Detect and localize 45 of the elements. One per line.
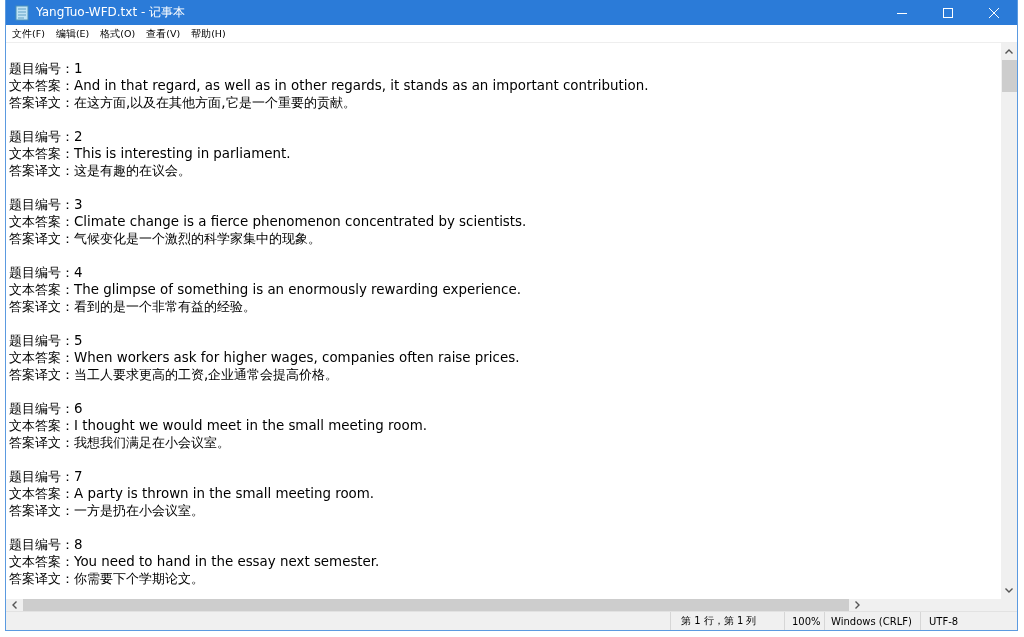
text-line: 答案译文：你需要下个学期论文。 (9, 570, 205, 587)
text-line: 答案译文：在这方面,以及在其他方面,它是一个重要的贡献。 (9, 94, 357, 111)
encoding: UTF-8 (920, 612, 1017, 630)
window-title: YangTuo-WFD.txt - 记事本 (36, 4, 187, 21)
text-line: 答案译文：这是有趣的在议会。 (9, 162, 192, 179)
scroll-left-icon[interactable] (12, 601, 17, 609)
text-line: 文本答案：Climate change is a fierce phenomenon concentrated by scientists. (9, 213, 528, 230)
menu-item[interactable]: 编辑(E) (51, 27, 94, 41)
text-line: 文本答案：The glimpse of something is an enormously rewarding experience. (9, 281, 522, 298)
text-line: 答案译文：看到的是一个非常有益的经验。 (9, 298, 257, 315)
zoom-level: 100% (784, 612, 824, 630)
scroll-thumb[interactable] (1001, 60, 1017, 92)
text-line: 文本答案：And in that regard, as well as in other regards, it stands as an important contribution. (9, 77, 650, 94)
scroll-thumb[interactable] (23, 599, 849, 611)
close-icon (989, 7, 999, 18)
text-line: 文本答案：This is interesting in parliament. (9, 145, 292, 162)
menu-item[interactable]: 帮助(H) (187, 27, 230, 41)
text-line: 文本答案：You need to hand in the essay next semester. (9, 553, 381, 570)
menu-item[interactable]: 格式(O) (96, 27, 140, 41)
line-ending: Windows (CRLF) (824, 612, 920, 630)
notepad-icon (15, 4, 29, 21)
text-line: 题目编号：2 (9, 128, 84, 145)
text-line: 题目编号：6 (9, 400, 84, 417)
text-line: 题目编号：4 (9, 264, 84, 281)
text-line: 题目编号：5 (9, 332, 84, 349)
text-line: 答案译文：当工人要求更高的工资,企业通常会提高价格。 (9, 366, 340, 383)
text-line: 答案译文：一方是扔在小会议室。 (9, 502, 205, 519)
menu-item[interactable]: 查看(V) (142, 27, 185, 41)
text-line: 文本答案：A party is thrown in the small meeting room. (9, 485, 376, 502)
maximize-icon (943, 7, 953, 18)
text-line: 文本答案：I thought we would meet in the small meeting room. (9, 417, 428, 434)
text-line: 题目编号：1 (9, 60, 84, 77)
cursor-position: 第 1 行，第 1 列 (670, 612, 784, 630)
scroll-down-icon[interactable] (1005, 588, 1013, 593)
text-line: 题目编号：3 (9, 196, 84, 213)
scroll-up-icon[interactable] (1005, 49, 1013, 54)
text-line: 答案译文：我想我们满足在小会议室。 (9, 434, 231, 451)
text-line: 题目编号：7 (9, 468, 84, 485)
menu-item[interactable]: 文件(F) (8, 27, 49, 41)
text-line: 文本答案：When workers ask for higher wages, companies often raise prices. (9, 349, 521, 366)
scroll-right-icon[interactable] (855, 601, 860, 609)
vertical-scrollbar[interactable] (1001, 43, 1017, 599)
text-line: 题目编号：8 (9, 536, 84, 553)
text-line: 答案译文：气候变化是一个激烈的科学家集中的现象。 (9, 230, 322, 247)
horizontal-scrollbar[interactable] (6, 599, 1001, 611)
